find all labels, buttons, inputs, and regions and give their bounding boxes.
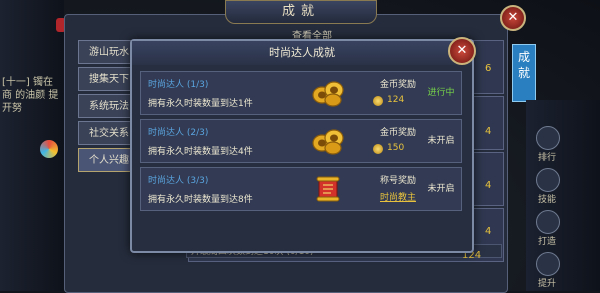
coin-icon bbox=[373, 144, 383, 154]
panel-title: 成就 bbox=[225, 0, 377, 24]
status-badge: 未开启 bbox=[427, 184, 455, 194]
rank-label: 排行 bbox=[537, 153, 556, 163]
forge-label: 打造 bbox=[537, 237, 556, 247]
bg-reward-value: 4 bbox=[485, 180, 492, 191]
bg-reward-value: 6 bbox=[485, 63, 492, 74]
gold-pile-icon bbox=[312, 81, 344, 107]
reward-value: 150 bbox=[387, 143, 405, 153]
achievement-name: 时尚达人 (2/3) bbox=[148, 128, 209, 138]
bg-reward-value: 4 bbox=[485, 226, 492, 237]
rank-icon[interactable] bbox=[536, 126, 560, 150]
achievement-name: 时尚达人 (1/3) bbox=[148, 80, 209, 90]
achievement-desc: 拥有永久时装数量到达8件 bbox=[148, 195, 253, 205]
skill-icon[interactable] bbox=[536, 168, 560, 192]
bg-reward-value: 4 bbox=[485, 126, 492, 137]
achievement-detail-modal: 时尚达人成就 ✕ 时尚达人 (1/3) 拥有永久时装数量到达1件 金币奖励 12… bbox=[130, 37, 476, 253]
coin-icon bbox=[373, 96, 383, 106]
reward-value: 124 bbox=[387, 95, 405, 105]
left-chat-text: [十一] 镯在商 的油颜 提开努 bbox=[2, 77, 59, 114]
status-badge: 进行中 bbox=[427, 88, 455, 98]
achievement-row: 时尚达人 (1/3) 拥有永久时装数量到达1件 金币奖励 124 进行中 bbox=[140, 71, 462, 115]
tab-achievement[interactable]: 成就 bbox=[512, 44, 536, 102]
forge-icon[interactable] bbox=[536, 210, 560, 234]
achievement-row: 时尚达人 (2/3) 拥有永久时装数量到达4件 金币奖励 150 未开启 bbox=[140, 119, 462, 163]
skill-label: 技能 bbox=[537, 195, 556, 205]
achievement-name: 时尚达人 (3/3) bbox=[148, 176, 209, 186]
status-badge: 未开启 bbox=[427, 136, 455, 146]
gold-pile-icon bbox=[312, 129, 344, 155]
upgrade-icon[interactable] bbox=[536, 252, 560, 276]
social-app-icon[interactable] bbox=[40, 140, 58, 158]
close-icon[interactable]: ✕ bbox=[500, 5, 526, 31]
achievement-row: 时尚达人 (3/3) 拥有永久时装数量到达8件 称号奖励 时尚教主 未开启 bbox=[140, 167, 462, 211]
upgrade-label: 提升 bbox=[537, 279, 556, 289]
scroll-icon bbox=[316, 176, 340, 202]
achievement-desc: 拥有永久时装数量到达4件 bbox=[148, 147, 253, 157]
modal-title: 时尚达人成就 bbox=[132, 41, 472, 65]
close-icon[interactable]: ✕ bbox=[448, 37, 476, 65]
achievement-desc: 拥有永久时装数量到达1件 bbox=[148, 99, 253, 109]
